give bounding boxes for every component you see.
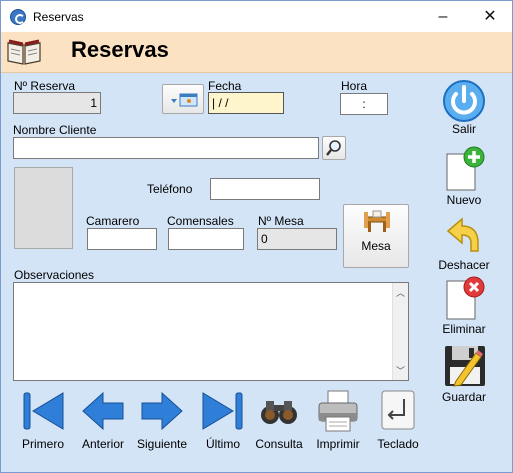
- previous-record-icon: [82, 391, 124, 431]
- search-icon: [326, 140, 341, 156]
- deshacer-label: Deshacer: [438, 258, 490, 272]
- search-client-button[interactable]: [322, 136, 346, 160]
- observaciones-scrollbar[interactable]: ︿ ﹀: [392, 283, 408, 380]
- consulta-label: Consulta: [255, 437, 303, 451]
- fecha-label: Fecha: [208, 79, 242, 93]
- enter-key-icon: [381, 390, 415, 430]
- fecha-field[interactable]: | / /: [208, 92, 284, 114]
- salir-button[interactable]: Salir: [431, 79, 497, 136]
- consulta-button[interactable]: Consulta: [255, 389, 303, 451]
- client-photo[interactable]: [14, 167, 73, 249]
- power-icon: [443, 80, 485, 122]
- comensales-label: Comensales: [167, 214, 234, 228]
- nuevo-button[interactable]: Nuevo: [431, 146, 497, 207]
- deshacer-button[interactable]: Deshacer: [431, 215, 497, 273]
- window-title: Reservas: [33, 10, 84, 24]
- mesa-number-field: 0: [257, 228, 337, 250]
- last-record-icon: [202, 392, 243, 430]
- ultimo-label: Último: [205, 437, 240, 451]
- minimize-button[interactable]: –: [420, 1, 466, 32]
- guardar-label: Guardar: [441, 390, 487, 404]
- delete-document-icon: [446, 276, 485, 320]
- guardar-button[interactable]: Guardar: [431, 343, 497, 405]
- calendar-button[interactable]: [162, 84, 204, 114]
- open-book-icon: [7, 39, 41, 65]
- ultimo-button[interactable]: Último: [201, 389, 245, 451]
- nombre-cliente-field[interactable]: [13, 137, 319, 159]
- app-icon: [10, 9, 26, 25]
- comensales-field[interactable]: [168, 228, 244, 250]
- scroll-up-icon[interactable]: ︿: [396, 286, 405, 299]
- siguiente-button[interactable]: Siguiente: [137, 389, 187, 451]
- eliminar-label: Eliminar: [442, 322, 486, 336]
- mesa-button[interactable]: Mesa: [343, 204, 409, 268]
- anterior-button[interactable]: Anterior: [81, 389, 125, 451]
- observaciones-textarea[interactable]: ︿ ﹀: [13, 282, 409, 381]
- teclado-button[interactable]: Teclado: [376, 389, 420, 451]
- close-button[interactable]: ✕: [467, 1, 513, 32]
- primero-button[interactable]: Primero: [21, 389, 65, 451]
- anterior-label: Anterior: [81, 437, 125, 451]
- printer-icon: [318, 390, 358, 432]
- camarero-field[interactable]: [87, 228, 157, 250]
- salir-label: Salir: [451, 122, 476, 136]
- teclado-label: Teclado: [377, 437, 419, 451]
- telefono-label: Teléfono: [147, 182, 193, 196]
- imprimir-button[interactable]: Imprimir: [316, 389, 360, 451]
- telefono-field[interactable]: [210, 178, 320, 200]
- mesa-button-label: Mesa: [361, 239, 391, 253]
- title-bar: Reservas – ✕: [1, 1, 512, 32]
- reserva-label: Nº Reserva: [14, 79, 76, 93]
- primero-label: Primero: [21, 437, 64, 451]
- calendar-icon: [171, 93, 198, 107]
- siguiente-label: Siguiente: [136, 437, 188, 451]
- mesa-number-label: Nº Mesa: [258, 214, 304, 228]
- page-title: Reservas: [71, 37, 169, 62]
- nuevo-label: Nuevo: [446, 193, 482, 207]
- next-record-icon: [141, 391, 183, 431]
- save-icon: [445, 346, 485, 387]
- header-banner: Reservas: [1, 32, 512, 73]
- new-document-icon: [446, 146, 485, 191]
- binoculars-icon: [261, 401, 297, 424]
- eliminar-button[interactable]: Eliminar: [431, 275, 497, 337]
- reserva-field: 1: [13, 92, 101, 114]
- reservas-window: Reservas – ✕ Reservas Nº Reserva 1 Fecha…: [0, 0, 513, 473]
- table-chairs-icon: [364, 210, 390, 232]
- observaciones-label: Observaciones: [14, 268, 95, 282]
- hora-field[interactable]: :: [340, 93, 388, 115]
- undo-icon: [446, 217, 479, 252]
- first-record-icon: [23, 392, 64, 430]
- hora-label: Hora: [341, 79, 368, 93]
- camarero-label: Camarero: [86, 214, 140, 228]
- imprimir-label: Imprimir: [316, 437, 360, 451]
- nombre-cliente-label: Nombre Cliente: [13, 123, 97, 137]
- scroll-down-icon[interactable]: ﹀: [396, 364, 405, 377]
